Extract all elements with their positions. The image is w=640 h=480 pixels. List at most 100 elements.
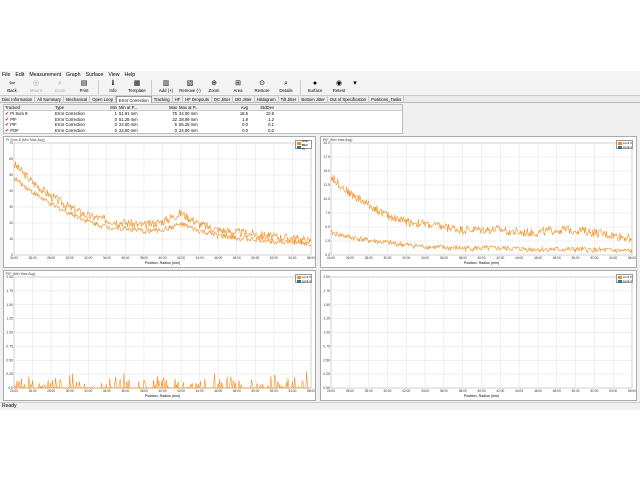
chart-panel-2[interactable]: PIF (Min Max Avg) 0.0 2.5 5.0 7.5 10.0 12.5 15.… (320, 136, 637, 268)
x-tick-label: 52:00 (270, 256, 278, 260)
y-tick-label: 0.25 (6, 372, 13, 376)
x-tick-label: 48:00 (233, 389, 241, 393)
area-button[interactable]: ⊞ Area (226, 79, 250, 96)
tab-dc-jitter[interactable]: DC Jitter (212, 96, 234, 103)
table-row[interactable]: ✔POF Error Correction 0 24.00 mm 0 24.00 mm 0.… (4, 128, 402, 134)
toolbar: ⇦ Back ◎ Mount ⌕ Zoom ▤ Print ℹ Info ▦ Template ▥ Add… (0, 79, 640, 96)
button-label: Details (279, 88, 293, 93)
chart-svg: 0.00.250.500.751.001.251.501.752.0024:00… (6, 275, 315, 398)
cell-text: 24.00 mm (119, 127, 138, 133)
x-tick-label: 50:00 (251, 389, 259, 393)
cell-text: 24.00 mm (179, 111, 198, 116)
menu-help[interactable]: Help (125, 72, 136, 78)
menu-bar: File Edit Measurement Graph Surface View Help (0, 71, 640, 79)
chart-legend[interactable]: Limit 5 Limit 4 (616, 274, 633, 283)
column-header-min-at-p[interactable]: Min at P... (118, 105, 166, 110)
back-arrow-icon: ⇦ (9, 80, 15, 87)
x-tick-label: 36:00 (121, 256, 129, 260)
zoom-button[interactable]: ⊕ Zoom (202, 79, 226, 96)
x-tick-label: 32:00 (402, 389, 410, 393)
menu-measurement[interactable]: Measurement (29, 72, 61, 78)
checkmark-icon[interactable]: ✔ (5, 128, 9, 133)
info-icon: ℹ (111, 80, 115, 87)
tab-open-loop[interactable]: Open Loop (90, 96, 116, 103)
add-button[interactable]: ▥ Add (+) (154, 79, 178, 96)
tab-tilt-jitter[interactable]: Tilt Jitter (279, 96, 300, 103)
x-tick-label: 50:00 (572, 256, 580, 260)
legend-swatch (618, 279, 622, 283)
desktop-background-bottom (0, 410, 640, 480)
column-header-max[interactable]: Max (166, 105, 178, 110)
cell-text: 0 (174, 127, 177, 133)
details-icon: ⌕ (284, 80, 288, 87)
menu-surface[interactable]: Surface (85, 72, 103, 78)
cell-text: 22 (172, 116, 177, 122)
info-button[interactable]: ℹ Info (101, 79, 125, 96)
x-tick-label: 46:00 (534, 389, 542, 393)
tab-out-of-specification[interactable]: Out of Specification (328, 96, 370, 103)
column-header-tracked[interactable]: Tracked (4, 105, 54, 110)
y-tick-label: 10.0 (323, 197, 330, 201)
tab-hf[interactable]: HF (173, 96, 184, 103)
template-icon: ▦ (133, 80, 141, 87)
column-header-stddev[interactable]: StdDev (250, 105, 276, 110)
x-tick-label: 54:00 (288, 256, 296, 260)
tab-tracking[interactable]: Tracking (152, 96, 173, 103)
tab-positions-tasks[interactable]: Positions_Tasks (369, 96, 405, 103)
x-tick-label: 26:00 (346, 389, 354, 393)
status-bar: Ready (0, 402, 640, 410)
chart-panel-3[interactable]: PIF (Min Max Avg) 0.0 0.25 0.50 0.75 1.00 1.25… (3, 270, 316, 401)
toolbar-overflow-button[interactable]: ▾ (351, 79, 359, 96)
chart-legend[interactable]: Limit 75 Limit 75 (295, 139, 312, 151)
tab-all-summary[interactable]: All Summary (35, 96, 64, 103)
button-label: Print (79, 88, 89, 93)
surface-button[interactable]: ● Surface (303, 79, 327, 96)
area-zoom-icon: ⊞ (235, 80, 241, 87)
zoom-button[interactable]: ⌕ Zoom (48, 79, 72, 96)
chart-legend[interactable]: Limit 5 Limit 4 (295, 274, 312, 283)
x-tick-label: 54:00 (609, 256, 617, 260)
tab-histogram[interactable]: Histogram (255, 96, 279, 103)
column-header-avg[interactable]: Avg (224, 105, 250, 110)
menu-edit[interactable]: Edit (15, 72, 24, 78)
chart-panel-4[interactable]: 0.00 0.25 0.50 0.75 1.00 1.25 1.50 1.75 2.00 24:0… (320, 270, 637, 401)
menu-graph[interactable]: Graph (66, 72, 80, 78)
print-button[interactable]: ▤ Print (72, 79, 96, 96)
back-button[interactable]: ⇦ Back (0, 79, 24, 96)
x-axis-label: Position, Radius (mm) (464, 261, 499, 265)
x-tick-label: 36:00 (440, 256, 448, 260)
tab-hf-dropouts[interactable]: HF Dropouts (183, 96, 212, 103)
x-tick-label: 54:00 (288, 389, 296, 393)
x-tick-label: 28:00 (365, 389, 373, 393)
retest-button[interactable]: ◉ Retest (327, 79, 351, 96)
details-button[interactable]: ⌕ Details (274, 79, 298, 96)
tab-error-correction[interactable]: Error Correction (115, 96, 152, 103)
menu-view[interactable]: View (108, 72, 119, 78)
button-label: Area (233, 88, 243, 93)
x-tick-label: 50:00 (251, 256, 259, 260)
desktop-background (0, 0, 640, 71)
restore-button[interactable]: ⊙ Restore (250, 79, 274, 96)
y-tick-label: 1.50 (6, 303, 13, 307)
retest-icon: ◉ (335, 80, 343, 87)
legend-swatch (297, 141, 301, 145)
x-tick-label: 56:00 (307, 256, 315, 260)
tab-bottom-jitter[interactable]: Bottom Jitter (299, 96, 328, 103)
button-label: Surface (307, 88, 323, 93)
tab-mechanical[interactable]: Mechanical (64, 96, 91, 103)
menu-file[interactable]: File (2, 72, 10, 78)
column-header-min[interactable]: Min (106, 105, 118, 110)
tab-disc-information[interactable]: Disc Information (0, 96, 36, 103)
tab-dd-jitter[interactable]: DD Jitter (233, 96, 255, 103)
template-button[interactable]: ▦ Template (125, 79, 149, 96)
column-header-type[interactable]: Type (54, 105, 106, 110)
x-axis-label: Position, Radius (mm) (464, 394, 499, 398)
x-tick-label: 30:00 (383, 389, 391, 393)
column-header-max-at-p[interactable]: Max at P... (178, 105, 224, 110)
chart-legend[interactable]: Limit 5 Limit 4 (616, 140, 633, 149)
remove-button[interactable]: ▧ Remove (-) (178, 79, 202, 96)
mount-button[interactable]: ◎ Mount (24, 79, 48, 96)
chart-panel-1[interactable]: PI Sum 8 (Min Max Avg) 0 10 20 30 40 50 60 70 24:… (3, 136, 316, 268)
x-tick-label: 32:00 (84, 256, 92, 260)
cell-text: 24.00 mm (179, 127, 198, 133)
